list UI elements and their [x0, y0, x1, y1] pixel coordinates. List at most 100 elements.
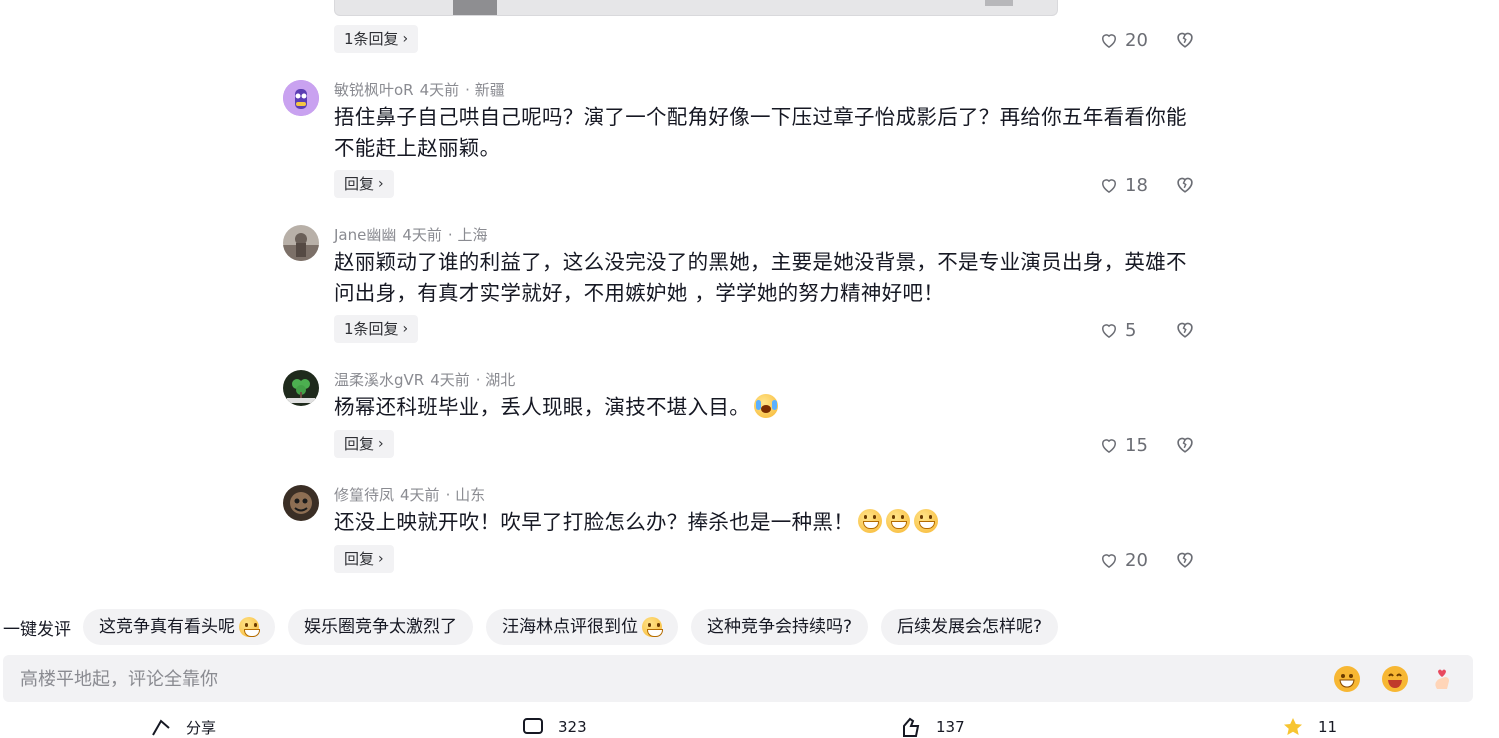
dislike-button[interactable] [1174, 548, 1196, 570]
comment-text-wrap: 还没上映就开吹！吹早了打脸怎么办？捧杀也是一种黑！ [334, 507, 1204, 538]
chip-label: 后续发展会怎样呢? [897, 617, 1043, 637]
like-button[interactable]: 18 [1099, 173, 1148, 197]
dislike-button[interactable] [1174, 28, 1196, 50]
chevron-right-icon: › [402, 31, 409, 47]
quick-comment-chip[interactable]: 后续发展会怎样呢? [881, 609, 1059, 645]
reply-label: 回复 [344, 435, 375, 453]
reply-button[interactable]: 1条回复 › [334, 25, 419, 53]
heart-icon [1101, 324, 1117, 338]
heart-icon [1101, 34, 1117, 48]
comment-input-bar [3, 655, 1473, 704]
heart-icon [1101, 179, 1117, 193]
reply-button[interactable]: 回复 › [334, 170, 394, 198]
image-fragment [985, 0, 1013, 6]
avatar[interactable] [283, 370, 319, 406]
like-count: 5 [1125, 319, 1137, 341]
finger-heart-icon[interactable] [1429, 665, 1457, 693]
chip-label: 汪海林点评很到位 [502, 617, 638, 637]
comment-text: 杨幂还科班毕业，丢人现眼，演技不堪入目。 [334, 395, 750, 419]
reply-label: 回复 [344, 175, 375, 193]
grin-emoji-icon [858, 509, 882, 533]
reply-button[interactable]: 1条回复 › [334, 315, 419, 343]
comment-count: 323 [558, 718, 587, 736]
reply-button[interactable]: 回复 › [334, 545, 394, 573]
comment-text: 捂住鼻子自己哄自己呢吗？演了一个配角好像一下压过章子怡成影后了？再给你五年看看你… [334, 105, 1187, 160]
comment-location: · 山东 [445, 486, 486, 504]
reply-button[interactable]: 回复 › [334, 430, 394, 458]
quick-comment-bar: 一键发评 这竞争真有看头呢 娱乐圈竞争太激烈了 汪海林点评很到位 这种竞争会持续… [0, 609, 1071, 645]
quick-comment-chip[interactable]: 汪海林点评很到位 [486, 609, 678, 645]
quick-comment-label: 一键发评 [3, 619, 71, 640]
share-label: 分享 [186, 718, 217, 737]
dislike-icon [1177, 552, 1193, 568]
comment-text-wrap: 杨幂还科班毕业，丢人现眼，演技不堪入目。 [334, 392, 1204, 423]
username[interactable]: 敏锐枫叶oR [334, 81, 414, 99]
comment-meta: 温柔溪水gVR 4天前 · 湖北 [334, 369, 521, 390]
grin-emoji-icon[interactable] [1333, 665, 1361, 693]
favorite-action[interactable]: 11 [1282, 716, 1337, 738]
chevron-right-icon: › [402, 321, 409, 337]
username[interactable]: 修篁待凤 [334, 486, 394, 504]
like-button[interactable]: 20 [1099, 548, 1148, 572]
avatar[interactable] [283, 225, 319, 261]
comment-meta: 修篁待凤 4天前 · 山东 [334, 484, 491, 505]
previous-comment-image[interactable] [334, 0, 1058, 16]
dislike-button[interactable] [1174, 173, 1196, 195]
like-button[interactable]: 20 [1099, 28, 1148, 52]
username[interactable]: Jane幽幽 [334, 226, 396, 244]
like-button[interactable]: 5 [1099, 318, 1136, 342]
like-button[interactable]: 15 [1099, 433, 1148, 457]
star-icon [1284, 718, 1302, 735]
heart-icon [1101, 554, 1117, 568]
laugh-cry-emoji-icon [754, 394, 778, 418]
dislike-icon [1177, 177, 1193, 193]
grin-emoji-icon [914, 509, 938, 533]
chevron-right-icon: › [378, 551, 384, 567]
comment-item: Jane幽幽 4天前 · 上海 赵丽颖动了谁的利益了，这么没完没了的黑她，主要是她没… [283, 225, 1213, 345]
comment-location: · 新疆 [465, 81, 505, 99]
comment-time: 4天前 [400, 486, 440, 504]
chip-label: 娱乐圈竞争太激烈了 [304, 617, 457, 637]
dislike-icon [1177, 32, 1193, 48]
chevron-right-icon: › [378, 176, 384, 192]
like-count: 18 [1125, 174, 1148, 196]
comment-item: 修篁待凤 4天前 · 山东 还没上映就开吹！吹早了打脸怎么办？捧杀也是一种黑！ [283, 485, 1213, 575]
grin-emoji-icon [886, 509, 910, 533]
comment-time: 4天前 [430, 371, 470, 389]
username[interactable]: 温柔溪水gVR [334, 371, 424, 389]
like-count: 137 [936, 718, 965, 736]
comment-item: 温柔溪水gVR 4天前 · 湖北 杨幂还科班毕业，丢人现眼，演技不堪入目。 [283, 370, 1213, 460]
chevron-right-icon: › [378, 436, 384, 452]
laugh-emoji-icon[interactable] [1381, 665, 1409, 693]
dislike-button[interactable] [1174, 433, 1196, 455]
quick-comment-chip[interactable]: 娱乐圈竞争太激烈了 [288, 609, 473, 645]
share-action[interactable]: 分享 [150, 716, 216, 738]
comment-icon [523, 718, 543, 734]
heart-icon [1101, 439, 1117, 453]
like-action[interactable]: 137 [900, 716, 965, 738]
comment-item: 敏锐枫叶oR 4天前 · 新疆 捂住鼻子自己哄自己呢吗？演了一个配角好像一下压过章子… [283, 80, 1213, 200]
reply-label: 1条回复 [344, 30, 399, 48]
favorite-count: 11 [1318, 718, 1338, 736]
comment-input[interactable] [18, 655, 1222, 704]
like-count: 20 [1125, 29, 1148, 51]
dislike-icon [1177, 322, 1193, 338]
chip-label: 这种竞争会持续吗? [707, 617, 853, 637]
wink-emoji-icon [239, 617, 260, 637]
avatar[interactable] [283, 80, 319, 116]
quick-comment-chip[interactable]: 这种竞争会持续吗? [691, 609, 869, 645]
avatar[interactable] [283, 485, 319, 521]
comment-location: · 上海 [447, 226, 488, 244]
chip-label: 这竞争真有看头呢 [99, 617, 235, 637]
comment-time: 4天前 [402, 226, 442, 244]
dislike-button[interactable] [1174, 318, 1196, 340]
reply-label: 1条回复 [344, 320, 399, 338]
comment-action[interactable]: 323 [522, 716, 587, 738]
comment-meta: Jane幽幽 4天前 · 上海 [334, 224, 493, 245]
comment-meta: 敏锐枫叶oR 4天前 · 新疆 [334, 79, 511, 100]
share-icon [152, 719, 170, 736]
image-fragment [453, 0, 497, 15]
comment-text: 还没上映就开吹！吹早了打脸怎么办？捧杀也是一种黑！ [334, 510, 854, 534]
quick-comment-chip[interactable]: 这竞争真有看头呢 [83, 609, 275, 645]
comment-text: 赵丽颖动了谁的利益了，这么没完没了的黑她，主要是她没背景，不是专业演员出身，英雄… [334, 250, 1187, 305]
